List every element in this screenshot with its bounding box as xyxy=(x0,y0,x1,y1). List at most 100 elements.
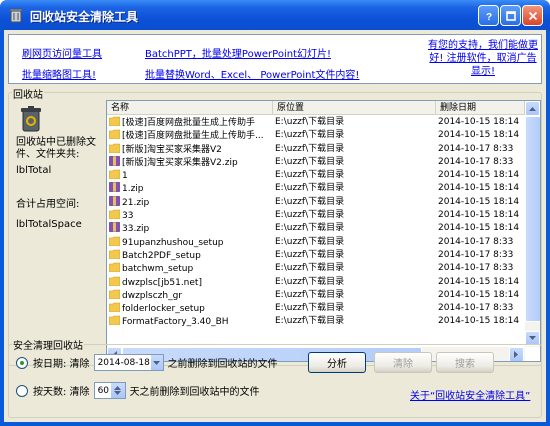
row-name: dwzplsc[jb51.net] xyxy=(109,276,272,290)
folder-icon xyxy=(109,316,122,327)
row-location: E:\uzzf\下载目录 xyxy=(275,289,345,300)
row-location: E:\uzzf\下载目录 xyxy=(275,130,345,141)
table-row[interactable]: 33 E:\uzzf\下载目录 2014-10-15 18:14 xyxy=(107,209,525,222)
total-space-value: lblTotalSpace xyxy=(16,219,82,230)
table-row[interactable]: 1.zip E:\uzzf\下载目录 2014-10-15 18:14 xyxy=(107,182,525,195)
folder-icon xyxy=(109,302,122,314)
row-location: E:\uzzf\下载目录 xyxy=(275,236,345,247)
archive-icon xyxy=(109,222,122,234)
folder-icon xyxy=(109,116,122,128)
row-date: 2014-10-17 8:33 xyxy=(438,236,514,247)
folder-icon xyxy=(109,276,122,288)
row-date: 2014-10-15 18:14 xyxy=(438,276,520,287)
vertical-scroll-thumb[interactable] xyxy=(525,116,540,322)
folder-icon xyxy=(109,209,122,221)
table-row[interactable]: FormatFactory_3.40_BH E:\uzzf\下载目录 2014-10… xyxy=(107,315,525,328)
folder-icon xyxy=(109,236,122,248)
row-location: E:\uzzf\下载目录 xyxy=(275,303,345,314)
scroll-up-button[interactable] xyxy=(525,101,540,116)
search-button[interactable]: 搜索 xyxy=(436,352,494,373)
folder-icon xyxy=(109,249,122,261)
date-dropdown-button[interactable] xyxy=(149,355,163,370)
date-picker[interactable]: 2014-08-18 xyxy=(93,354,164,371)
table-row[interactable]: [极速]百度网盘批量生成上传助手... E:\uzzf\下载目录 2014-10-1… xyxy=(107,129,525,142)
days-stepper[interactable]: 60 xyxy=(93,382,126,399)
table-row[interactable]: Batch2PDF_setup E:\uzzf\下载目录 2014-10-17 8:… xyxy=(107,249,525,262)
table-row[interactable]: [新版]淘宝买家采集器V2 E:\uzzf\下载目录 2014-10-17 8:33 xyxy=(107,143,525,156)
clear-button[interactable]: 清除 xyxy=(374,352,432,373)
link-web-traffic-tool[interactable]: 刷网页访问量工具 xyxy=(22,45,102,60)
link-batchppt[interactable]: BatchPPT，批量处理PowerPoint幻灯片! xyxy=(145,45,331,60)
about-link[interactable]: 关于“回收站安全清除工具” xyxy=(410,387,530,402)
maximize-button[interactable] xyxy=(500,5,521,26)
row-name: [极速]百度网盘批量生成上传助手... xyxy=(109,129,272,143)
table-row[interactable]: [极速]百度网盘批量生成上传助手 E:\uzzf\下载目录 2014-10-15 1… xyxy=(107,116,525,129)
table-row[interactable]: dwzplsczh_gr E:\uzzf\下载目录 2014-10-15 18:14 xyxy=(107,289,525,302)
arrow-down-icon xyxy=(529,336,536,340)
row-name-text: Batch2PDF_setup xyxy=(122,250,201,261)
column-header-name[interactable]: 名称 xyxy=(107,101,273,115)
register-promo-link[interactable]: 有您的支持，我们能做更好! 注册软件，取消广告显示! xyxy=(427,39,539,78)
total-count-value: lblTotal xyxy=(16,165,52,176)
title-bar[interactable]: 回收站安全清除工具 ? xyxy=(0,0,550,30)
vertical-scrollbar[interactable] xyxy=(525,101,540,347)
folder-icon xyxy=(109,289,122,301)
row-name-text: 91upanzhushou_setup xyxy=(122,237,224,248)
row-name: 21.zip xyxy=(109,195,272,210)
table-row[interactable]: [新版]淘宝买家采集器V2.zip E:\uzzf\下载目录 2014-10-17 … xyxy=(107,156,525,169)
row-location: E:\uzzf\下载目录 xyxy=(275,156,345,167)
row-name: [极速]百度网盘批量生成上传助手 xyxy=(109,116,272,130)
row-name: dwzplsczh_gr xyxy=(109,289,272,303)
date-value: 2014-08-18 xyxy=(97,357,150,368)
spin-up-icon xyxy=(114,386,122,390)
close-button[interactable] xyxy=(522,5,543,26)
table-row[interactable]: 91upanzhushou_setup E:\uzzf\下载目录 2014-10-1… xyxy=(107,236,525,249)
row-name-text: 33 xyxy=(122,211,134,222)
row-name: batchwm_setup xyxy=(109,262,272,276)
row-name-text: dwzplsczh_gr xyxy=(122,290,182,301)
row-location: E:\uzzf\下载目录 xyxy=(275,223,345,234)
client-area: 刷网页访问量工具 批量缩略图工具! BatchPPT，批量处理PowerPoin… xyxy=(4,30,546,422)
row-date: 2014-10-15 18:14 xyxy=(438,183,520,194)
by-date-radio[interactable] xyxy=(16,356,28,369)
days-spin-buttons[interactable] xyxy=(109,383,125,398)
row-location: E:\uzzf\下载目录 xyxy=(275,196,345,207)
archive-icon xyxy=(109,182,122,194)
row-location: E:\uzzf\下载目录 xyxy=(275,170,345,181)
links-panel: 刷网页访问量工具 批量缩略图工具! BatchPPT，批量处理PowerPoin… xyxy=(8,34,542,84)
by-days-radio[interactable] xyxy=(16,384,28,397)
table-row[interactable]: batchwm_setup E:\uzzf\下载目录 2014-10-17 8:33 xyxy=(107,262,525,275)
recycle-file-list[interactable]: 名称 原位置 删除日期 [极速]百度网盘批量生成上传助手 E:\uzzf\下载目录… xyxy=(106,100,541,362)
row-location: E:\uzzf\下载目录 xyxy=(275,249,345,260)
row-name-text: [极速]百度网盘批量生成上传助手... xyxy=(122,131,264,142)
column-header-location[interactable]: 原位置 xyxy=(273,101,436,115)
row-name-text: [新版]淘宝买家采集器V2.zip xyxy=(122,157,238,168)
row-date: 2014-10-17 8:33 xyxy=(438,143,514,154)
spin-down-icon xyxy=(114,391,122,395)
by-date-option[interactable]: 按日期: 清除 2014-08-18 之前删除到回收站的文件 xyxy=(16,354,278,371)
table-row[interactable]: dwzplsc[jb51.net] E:\uzzf\下载目录 2014-10-15 … xyxy=(107,276,525,289)
table-row[interactable]: 21.zip E:\uzzf\下载目录 2014-10-15 18:14 xyxy=(107,195,525,210)
analyze-button[interactable]: 分析 xyxy=(308,352,366,373)
row-name: [新版]淘宝买家采集器V2.zip xyxy=(109,156,272,170)
by-days-option[interactable]: 按天数: 清除 60 天之前删除到回收站中的文件 xyxy=(16,382,260,399)
row-name: 1 xyxy=(109,169,272,183)
row-location: E:\uzzf\下载目录 xyxy=(275,117,345,127)
row-name: 33.zip xyxy=(109,222,272,236)
row-date: 2014-10-17 8:33 xyxy=(438,156,514,167)
list-header: 名称 原位置 删除日期 xyxy=(107,101,525,115)
table-row[interactable]: 1 E:\uzzf\下载目录 2014-10-15 18:14 xyxy=(107,169,525,182)
row-name-text: dwzplsc[jb51.net] xyxy=(122,277,202,288)
svg-text:?: ? xyxy=(486,12,492,21)
help-button[interactable]: ? xyxy=(478,5,499,26)
column-header-date[interactable]: 删除日期 xyxy=(436,101,525,115)
table-row[interactable]: 33.zip E:\uzzf\下载目录 2014-10-15 18:14 xyxy=(107,222,525,235)
link-batch-replace[interactable]: 批量替换Word、Excel、 PowerPoint文件内容! xyxy=(145,66,359,81)
archive-icon xyxy=(109,195,122,208)
link-batch-thumbnail-tool[interactable]: 批量缩略图工具! xyxy=(22,66,96,81)
row-name-text: 21.zip xyxy=(122,197,150,208)
table-row[interactable]: folderlocker_setup E:\uzzf\下载目录 2014-10-17… xyxy=(107,302,525,315)
row-location: E:\uzzf\下载目录 xyxy=(275,210,345,221)
row-date: 2014-10-15 18:14 xyxy=(438,196,520,207)
arrow-up-icon xyxy=(529,107,536,111)
